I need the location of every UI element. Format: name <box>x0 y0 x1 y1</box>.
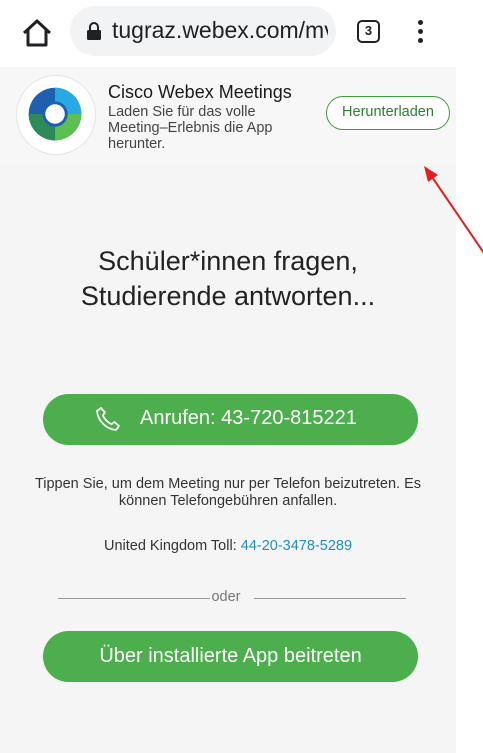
toll-line: United Kingdom Toll: 44-20-3478-5289 <box>30 538 426 554</box>
phone-info-text: Tippen Sie, um dem Meeting nur per Telef… <box>34 476 422 509</box>
toll-number-link[interactable]: 44-20-3478-5289 <box>241 538 352 554</box>
app-banner: Cisco Webex Meetings Laden Sie für das v… <box>0 67 456 164</box>
lock-icon <box>87 22 101 40</box>
tab-switcher-button[interactable]: 3 <box>357 20 380 43</box>
join-panel: Schüler*innen fragen, Studierende antwor… <box>0 164 456 753</box>
app-name: Cisco Webex Meetings <box>108 82 292 102</box>
browser-toolbar: tugraz.webex.com/mv 3 <box>0 0 456 65</box>
download-button[interactable]: Herunterladen <box>326 96 450 130</box>
or-separator: oder <box>211 589 241 605</box>
home-icon[interactable] <box>20 18 54 48</box>
webex-logo-icon <box>16 75 96 155</box>
app-description: Laden Sie für das volle Meeting–Erlebnis… <box>108 104 273 152</box>
meeting-title: Schüler*innen fragen, Studierende antwor… <box>80 246 376 311</box>
call-in-label: Anrufen: 43-720-815221 <box>140 407 357 429</box>
url-text: tugraz.webex.com/mv <box>112 17 328 43</box>
divider-right <box>254 598 406 599</box>
join-via-app-button[interactable]: Über installierte App beitreten <box>43 631 418 682</box>
address-bar[interactable]: tugraz.webex.com/mv <box>70 6 336 56</box>
divider-left <box>58 598 210 599</box>
more-menu-icon[interactable] <box>410 18 430 46</box>
call-in-button[interactable]: Anrufen: 43-720-815221 <box>43 394 418 445</box>
phone-icon <box>96 407 120 431</box>
toll-label: United Kingdom Toll: <box>103 538 237 554</box>
annotation-arrow-icon <box>424 166 483 254</box>
